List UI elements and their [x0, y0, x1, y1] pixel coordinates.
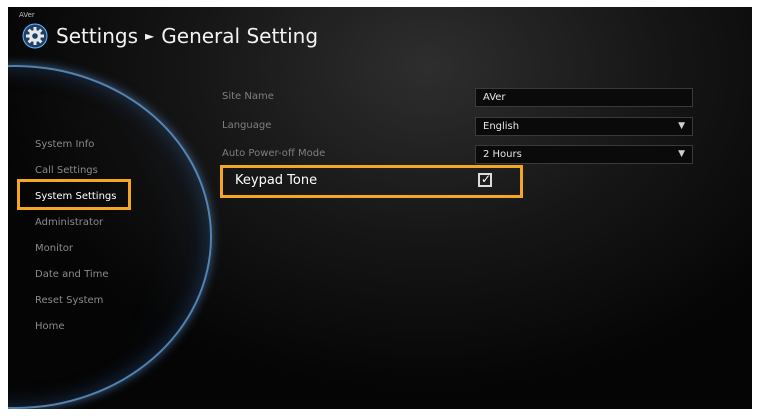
menu-item-home[interactable]: Home	[35, 314, 116, 340]
settings-menu: System Info Call Settings System Setting…	[35, 132, 116, 340]
page-subtitle: General Setting	[161, 24, 319, 48]
keypad-tone-checkbox[interactable]: ✓	[478, 172, 492, 187]
site-name-field[interactable]: AVer	[475, 88, 693, 107]
brand-logo: AVer	[19, 11, 35, 19]
dropdown-arrow-icon: ▼	[678, 121, 685, 131]
menu-selection-highlight	[17, 179, 131, 210]
page-title: Settings	[56, 24, 139, 48]
keypad-tone-label: Keypad Tone	[235, 173, 318, 188]
checkmark-icon: ✓	[481, 172, 492, 186]
settings-screen: AVer Settings ► General Setting System I…	[8, 7, 752, 409]
menu-item-date-and-time[interactable]: Date and Time	[35, 262, 116, 288]
language-label: Language	[222, 120, 272, 131]
menu-item-administrator[interactable]: Administrator	[35, 210, 116, 236]
gear-icon	[22, 23, 48, 49]
menu-item-monitor[interactable]: Monitor	[35, 236, 116, 262]
dropdown-arrow-icon: ▼	[678, 149, 685, 159]
auto-power-off-value: 2 Hours	[483, 149, 522, 160]
language-dropdown[interactable]: English ▼	[475, 117, 693, 136]
auto-power-off-dropdown[interactable]: 2 Hours ▼	[475, 145, 693, 164]
breadcrumb-arrow-icon: ►	[145, 29, 155, 43]
site-name-value: AVer	[483, 92, 506, 103]
language-value: English	[483, 121, 520, 132]
auto-power-off-label: Auto Power-off Mode	[222, 148, 326, 159]
menu-item-system-info[interactable]: System Info	[35, 132, 116, 158]
page-header: Settings ► General Setting	[22, 19, 318, 53]
menu-item-reset-system[interactable]: Reset System	[35, 288, 116, 314]
site-name-label: Site Name	[222, 91, 274, 102]
